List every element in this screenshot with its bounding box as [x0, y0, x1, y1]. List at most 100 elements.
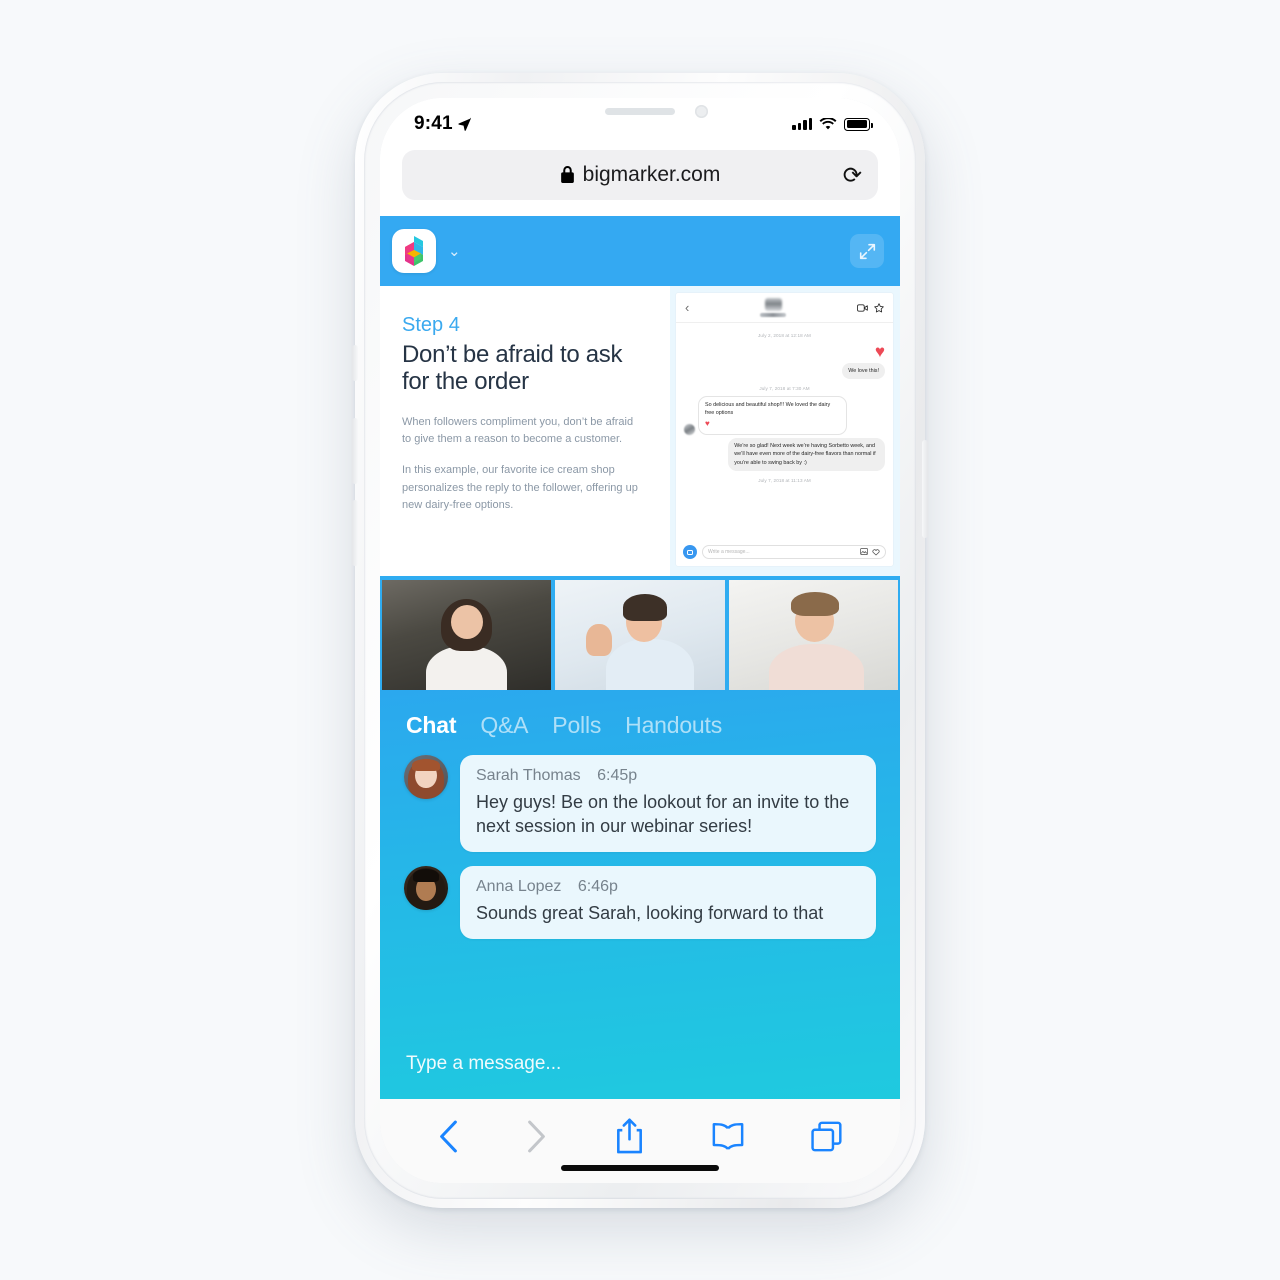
- chat-author: Sarah Thomas: [476, 767, 581, 784]
- forward-chevron-icon: [526, 1120, 547, 1153]
- avatar: [404, 866, 448, 911]
- chat-time: 6:46p: [577, 878, 618, 896]
- photo-icon[interactable]: [860, 548, 868, 555]
- chat-message: Sarah Thomas 6:45p Hey guys! Be on the l…: [404, 755, 876, 853]
- book-icon[interactable]: [712, 1122, 744, 1150]
- slide-step-label: Step 4: [402, 314, 460, 336]
- heart-outline-icon[interactable]: [872, 548, 880, 556]
- tab-qa[interactable]: Q&A: [480, 712, 528, 739]
- video-camera-icon[interactable]: [857, 303, 868, 312]
- dm-thread: July 2, 2018 at 12:18 AM ♥ We love this!…: [676, 323, 893, 542]
- participant-tile-3[interactable]: [728, 580, 898, 690]
- screenshot-canvas: 9:41 bigmarker.com ⟳ ⌄ Step 4 Don’t be a…: [0, 0, 1280, 1280]
- chat-message-meta: Sarah Thomas 6:45p: [476, 767, 860, 785]
- dm-bubble: We’re so glad! Next week we’re having So…: [728, 438, 885, 471]
- dm-bubble: So delicious and beautiful shop!!! We lo…: [698, 396, 847, 436]
- share-icon[interactable]: [615, 1118, 644, 1154]
- tab-polls[interactable]: Polls: [552, 712, 601, 739]
- dm-timestamp: July 2, 2018 at 12:18 AM: [758, 333, 811, 338]
- dm-composer: Write a message...: [676, 542, 893, 566]
- notch: [542, 98, 738, 128]
- status-indicators: [792, 117, 873, 131]
- chat-time: 6:45p: [597, 767, 638, 784]
- front-camera: [695, 105, 708, 118]
- browser-chrome: bigmarker.com ⟳: [380, 144, 900, 216]
- heart-icon: ♥: [874, 342, 885, 361]
- reload-icon[interactable]: ⟳: [843, 163, 862, 187]
- slide-title: Don’t be afraid to ask for the order: [402, 341, 623, 396]
- dm-input-placeholder: Write a message...: [708, 549, 750, 555]
- dm-bubble: We love this!: [842, 363, 885, 380]
- dm-header: ‹: [676, 293, 893, 323]
- tab-chat[interactable]: Chat: [406, 712, 457, 739]
- slide-paragraph-2: In this example, our favorite ice cream …: [402, 464, 638, 512]
- chat-panel: Chat Q&A Polls Handouts Sarah Thomas 6:4…: [380, 690, 900, 1099]
- bigmarker-cube-logo[interactable]: [392, 229, 436, 273]
- chat-message: Anna Lopez 6:46p Sounds great Sarah, loo…: [404, 866, 876, 940]
- presentation-slide: Step 4 Don’t be afraid to ask for the or…: [380, 286, 900, 576]
- video-participant-strip: [380, 576, 900, 690]
- tabs-icon[interactable]: [811, 1121, 842, 1152]
- address-bar[interactable]: bigmarker.com ⟳: [402, 150, 878, 200]
- chat-bubble: Anna Lopez 6:46p Sounds great Sarah, loo…: [460, 866, 876, 940]
- dm-message-row: So delicious and beautiful shop!!! We lo…: [684, 396, 885, 436]
- expand-arrows-icon[interactable]: [850, 234, 884, 268]
- dm-contact-avatar: [764, 298, 782, 311]
- battery-full-icon: [844, 117, 873, 131]
- dm-timestamp: July 7, 2018 at 11:13 AM: [758, 477, 811, 483]
- chat-text: Sounds great Sarah, looking forward to t…: [476, 903, 824, 924]
- tab-handouts[interactable]: Handouts: [625, 712, 722, 739]
- dm-contact-name: [760, 313, 787, 317]
- slide-paragraph-1: When followers compliment you, don’t be …: [402, 415, 634, 446]
- chat-input-placeholder: Type a message...: [406, 1053, 562, 1074]
- cellular-bars-icon: [792, 118, 812, 130]
- dm-message-input[interactable]: Write a message...: [702, 545, 886, 559]
- dm-timestamp: July 7, 2018 at 7:30 AM: [759, 386, 810, 392]
- slide-image-column: ‹ July 2, 2018 at 12:18 AM ♥ We love thi…: [670, 286, 900, 576]
- chat-message-meta: Anna Lopez 6:46p: [476, 878, 860, 896]
- lock-icon: [560, 166, 574, 183]
- status-time-group: 9:41: [414, 113, 472, 135]
- dm-contact: [760, 298, 787, 317]
- participant-tile-1[interactable]: [382, 580, 552, 690]
- cube-logo-icon: [405, 236, 423, 266]
- back-chevron-icon[interactable]: ‹: [685, 300, 689, 315]
- power-button[interactable]: [922, 440, 928, 538]
- volume-up-button[interactable]: [352, 418, 358, 484]
- dm-message-row: We love this!: [684, 363, 885, 380]
- participant-tile-2[interactable]: [555, 580, 725, 690]
- dm-bubble-text: So delicious and beautiful shop!!! We lo…: [705, 402, 831, 417]
- dm-message-row: We’re so glad! Next week we’re having So…: [684, 438, 885, 471]
- earpiece-speaker: [605, 108, 675, 115]
- location-arrow-icon: [458, 117, 471, 131]
- home-indicator: [561, 1165, 719, 1171]
- url-group: bigmarker.com: [560, 163, 721, 187]
- chat-tabs: Chat Q&A Polls Handouts: [380, 690, 900, 755]
- expand-glyph: [859, 243, 875, 259]
- dm-header-actions: [857, 302, 884, 313]
- dm-sender-avatar: [684, 424, 695, 436]
- star-icon[interactable]: [874, 302, 884, 313]
- dm-composer-actions: [860, 548, 880, 556]
- avatar: [404, 755, 448, 799]
- volume-down-button[interactable]: [352, 500, 358, 566]
- phone-screen: 9:41 bigmarker.com ⟳ ⌄ Step 4 Don’t be a…: [380, 98, 900, 1183]
- app-header: ⌄: [380, 216, 900, 286]
- slide-text-column: Step 4 Don’t be afraid to ask for the or…: [380, 286, 670, 576]
- heart-icon: ♥: [705, 419, 710, 429]
- wifi-icon: [819, 117, 837, 129]
- chevron-down-icon[interactable]: ⌄: [448, 242, 461, 260]
- back-chevron-icon[interactable]: [438, 1120, 459, 1153]
- instagram-dm-mockup: ‹ July 2, 2018 at 12:18 AM ♥ We love thi…: [676, 293, 893, 566]
- dm-heart-reaction-row: ♥: [684, 343, 885, 360]
- url-text: bigmarker.com: [582, 163, 721, 186]
- chat-bubble: Sarah Thomas 6:45p Hey guys! Be on the l…: [460, 755, 876, 853]
- chat-composer[interactable]: Type a message...: [380, 1031, 900, 1099]
- status-time: 9:41: [414, 113, 453, 134]
- silent-switch[interactable]: [352, 345, 358, 381]
- chat-text: Hey guys! Be on the lookout for an invit…: [476, 792, 850, 837]
- chat-message-list: Sarah Thomas 6:45p Hey guys! Be on the l…: [380, 755, 900, 1031]
- brand-group: ⌄: [392, 229, 461, 273]
- chat-author: Anna Lopez: [476, 878, 562, 896]
- camera-icon[interactable]: [683, 545, 697, 559]
